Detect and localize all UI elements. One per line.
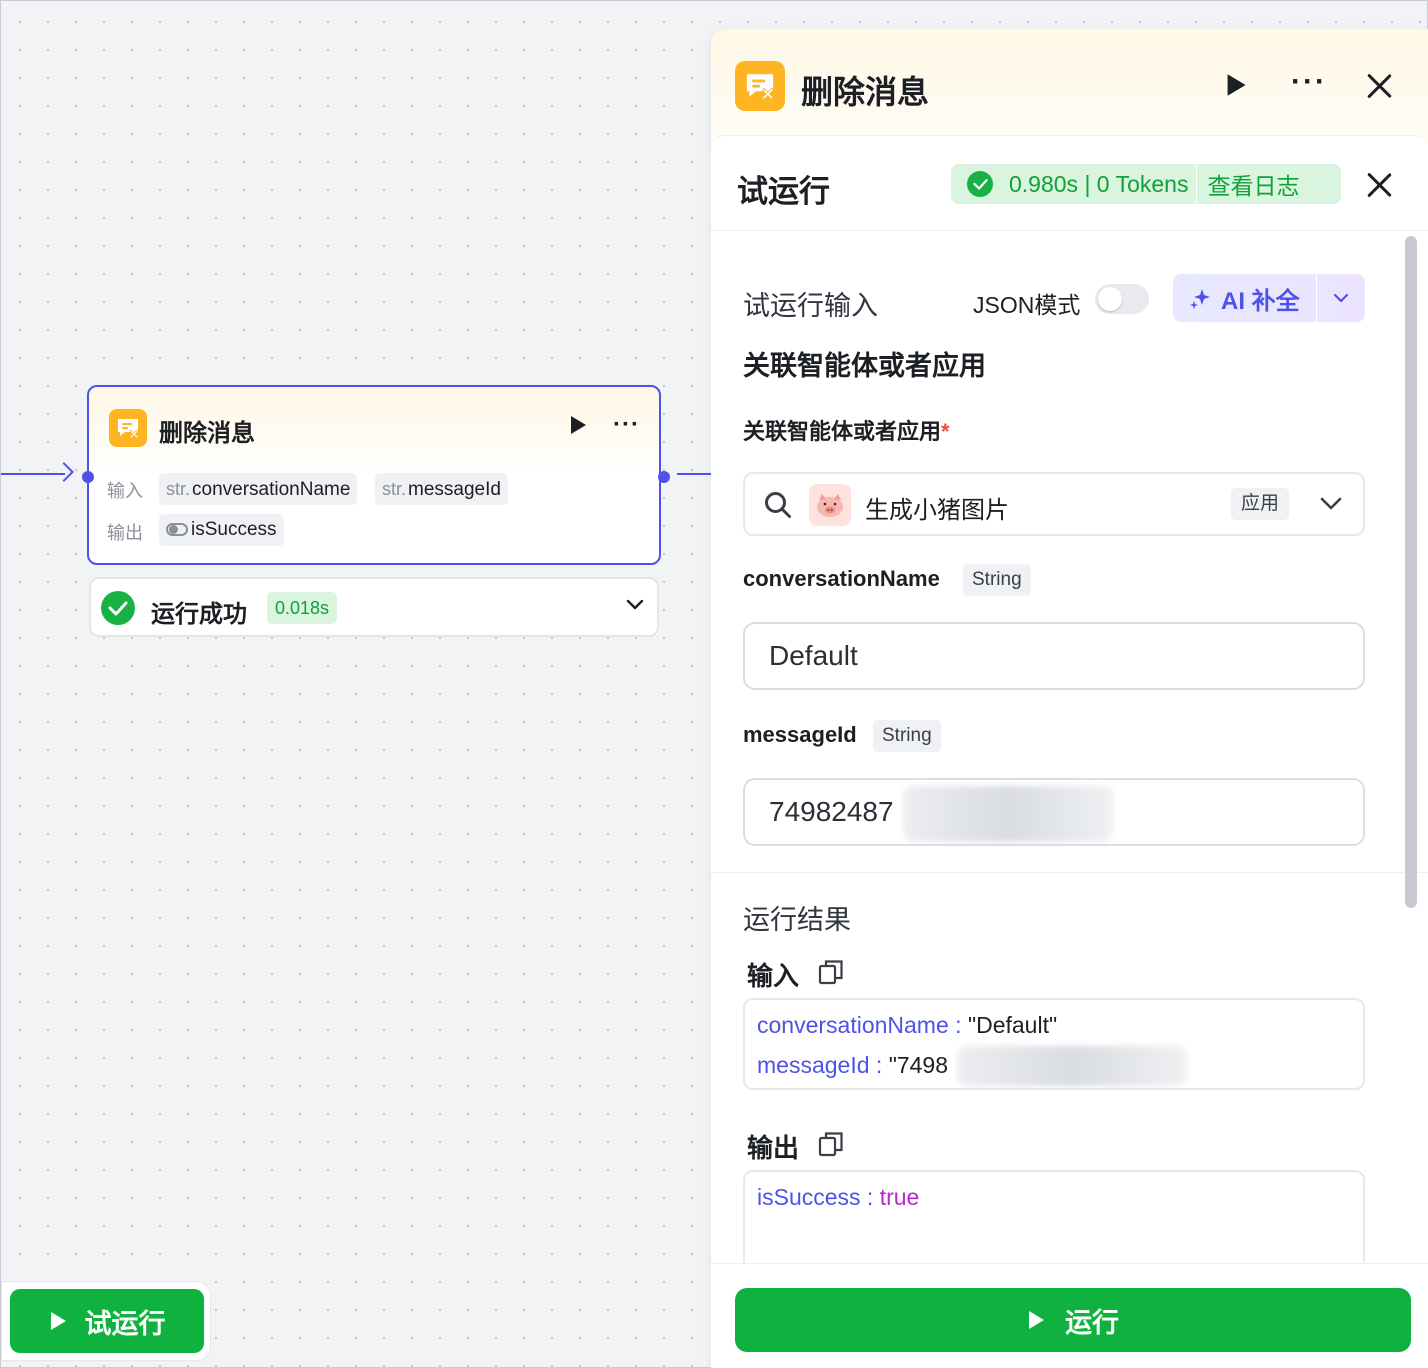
panel-title: 删除消息 xyxy=(801,74,930,110)
selected-app-name: 生成小猪图片 xyxy=(865,497,1009,524)
result-input-line: conversationName : "Default" xyxy=(757,1012,1058,1038)
pill-divider xyxy=(1196,164,1198,204)
play-icon xyxy=(50,1312,66,1330)
result-input-label: 输入 xyxy=(747,961,800,991)
app-field-label: 关联智能体或者应用* xyxy=(743,419,950,444)
canvas-test-run-container: 试运行 xyxy=(1,1281,211,1361)
json-mode-toggle[interactable] xyxy=(1095,284,1149,314)
copy-icon[interactable] xyxy=(817,1130,845,1158)
outgoing-edge xyxy=(677,473,713,475)
required-mark: * xyxy=(941,419,950,444)
type-tag: String xyxy=(963,564,1031,596)
type-tag: String xyxy=(873,720,941,752)
node-title: 删除消息 xyxy=(159,420,255,447)
json-mode-label: JSON模式 xyxy=(973,292,1081,318)
delete-message-node[interactable]: 删除消息 ··· 输入 str. conversationName str. mes… xyxy=(82,385,670,565)
trial-run-stats: 0.980s | 0 Tokens xyxy=(1009,170,1189,197)
node-more-icon[interactable]: ··· xyxy=(613,411,640,439)
panel-more-icon[interactable]: ··· xyxy=(1291,65,1327,99)
trial-run-result-pill: 0.980s | 0 Tokens 查看日志 xyxy=(951,164,1341,204)
panel-scrollbar[interactable] xyxy=(1405,236,1417,908)
run-time-badge: 0.018s xyxy=(267,592,338,624)
incoming-edge-arrow xyxy=(54,462,74,482)
play-icon xyxy=(1029,1311,1044,1329)
chevron-down-icon[interactable] xyxy=(625,597,645,616)
trial-input-heading: 试运行输入 xyxy=(743,291,878,321)
result-output-label: 输出 xyxy=(747,1133,800,1163)
app-select[interactable]: 生成小猪图片 应用 xyxy=(743,472,1365,536)
run-status-text: 运行成功 xyxy=(151,601,247,628)
boolean-type-icon xyxy=(166,523,188,536)
node-output-chip: isSuccess xyxy=(159,514,284,546)
trial-close-icon[interactable] xyxy=(1366,172,1392,198)
check-circle-icon xyxy=(967,171,993,197)
node-play-icon[interactable] xyxy=(569,415,587,440)
result-input-line: messageId : "7498 xyxy=(757,1052,949,1078)
node-detail-panel: 删除消息 ··· 试运行 0.980s | 0 Tokens 查看日志 试运行输… xyxy=(711,29,1428,1368)
check-circle-icon xyxy=(101,591,135,625)
message-id-value: 74982487 xyxy=(769,796,894,827)
chevron-down-icon xyxy=(1320,497,1342,510)
conversation-name-input[interactable]: Default xyxy=(743,622,1365,690)
message-id-input[interactable]: 74982487 xyxy=(743,778,1365,846)
input-port[interactable] xyxy=(82,471,94,483)
result-input-box: conversationName : "Default" messageId :… xyxy=(743,998,1365,1090)
message-delete-icon xyxy=(109,409,147,447)
view-log-link[interactable]: 查看日志 xyxy=(1207,167,1299,201)
redaction-blur xyxy=(957,1046,1187,1086)
canvas-test-run-label: 试运行 xyxy=(84,1308,166,1339)
app-type-tag: 应用 xyxy=(1231,488,1290,520)
panel-play-icon[interactable] xyxy=(1225,73,1247,102)
pig-avatar-icon xyxy=(809,484,851,526)
node-output-label: 输出 xyxy=(107,523,143,543)
run-button-label: 运行 xyxy=(1065,1307,1119,1338)
ai-fill-label: AI 补全 xyxy=(1221,287,1300,315)
trial-run-title: 试运行 xyxy=(737,174,830,209)
trial-run-sheet: 试运行 0.980s | 0 Tokens 查看日志 试运行输入 JSON模式 … xyxy=(711,135,1428,1368)
divider xyxy=(711,230,1428,231)
group-title: 关联智能体或者应用 xyxy=(743,351,986,381)
copy-icon[interactable] xyxy=(817,958,845,986)
message-delete-icon xyxy=(735,61,785,111)
node-input-chip: str. conversationName xyxy=(159,473,358,505)
search-icon xyxy=(765,492,791,518)
node-run-status[interactable]: 运行成功 0.018s xyxy=(89,577,659,637)
redaction-blur xyxy=(903,786,1113,842)
panel-footer: 运行 xyxy=(711,1263,1428,1368)
node-input-label: 输入 xyxy=(107,481,143,501)
message-id-label: messageId xyxy=(743,722,857,747)
chevron-down-icon xyxy=(1333,293,1349,303)
run-button[interactable]: 运行 xyxy=(735,1288,1411,1352)
panel-close-icon[interactable] xyxy=(1366,73,1392,99)
ai-fill-button[interactable]: AI 补全 xyxy=(1173,274,1365,322)
conversation-name-label: conversationName xyxy=(743,566,940,591)
sparkle-icon xyxy=(1190,289,1210,309)
result-output-line: isSuccess : true xyxy=(757,1184,920,1210)
divider xyxy=(711,872,1428,873)
run-result-heading: 运行结果 xyxy=(743,905,851,935)
canvas-test-run-button[interactable]: 试运行 xyxy=(10,1289,204,1353)
node-input-chip: str. messageId xyxy=(375,473,508,505)
output-port[interactable] xyxy=(658,471,670,483)
ai-fill-divider xyxy=(1316,274,1317,322)
